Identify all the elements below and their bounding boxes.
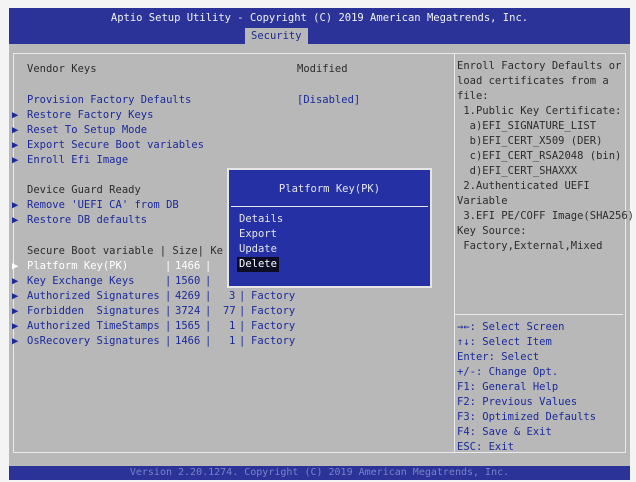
row-name: Authorized Signatures	[27, 290, 160, 302]
vendor-keys-label: Vendor Keys	[27, 63, 97, 75]
submenu-arrow-icon: ▶	[12, 199, 19, 211]
row-name: Key Exchange Keys	[27, 275, 135, 287]
row-size: 3724	[175, 305, 201, 317]
table-header: Secure Boot variable | Size| Ke	[27, 245, 223, 257]
row-separator: |	[205, 290, 212, 302]
row-separator: |	[239, 320, 246, 332]
option-update[interactable]: Update	[237, 242, 279, 257]
option-export[interactable]: Export	[237, 227, 279, 242]
vendor-keys-value: Modified	[297, 63, 348, 75]
submenu-arrow-icon: ▶	[12, 139, 19, 151]
menu-item-label: Reset To Setup Mode	[27, 124, 148, 136]
submenu-arrow-icon: ▶	[12, 305, 19, 317]
dialog-divider	[231, 206, 428, 207]
key-hint: +/-: Change Opt.	[457, 366, 559, 378]
help-line: 1.Public Key Certificate:	[457, 105, 622, 117]
key-hint: F3: Optimized Defaults	[457, 411, 597, 423]
title-bar: Aptio Setup Utility - Copyright (C) 2019…	[9, 8, 630, 44]
key-hint: ↑↓: Select Item	[457, 336, 552, 348]
key-hint: F4: Save & Exit	[457, 426, 552, 438]
row-keys: 1	[229, 320, 236, 332]
submenu-arrow-icon: ▶	[12, 320, 19, 332]
row-name: Platform Key(PK)	[27, 260, 129, 272]
platform-key-dialog: Platform Key(PK) Details Export Update D…	[227, 168, 432, 288]
key-hint: F1: General Help	[457, 381, 559, 393]
row-separator: |	[239, 305, 246, 317]
submenu-arrow-icon: ▶	[12, 260, 19, 272]
row-separator: |	[205, 305, 212, 317]
help-line: Variable	[457, 195, 508, 207]
row-size: 1565	[175, 320, 201, 332]
row-source: Factory	[251, 320, 296, 332]
row-separator: |	[165, 320, 172, 332]
help-line: Factory,External,Mixed	[457, 240, 603, 252]
key-hint: →←: Select Screen	[457, 321, 565, 333]
row-size: 4269	[175, 290, 201, 302]
bios-screen: Aptio Setup Utility - Copyright (C) 2019…	[9, 8, 634, 480]
help-line: 2.Authenticated UEFI	[457, 180, 590, 192]
device-guard-label: Device Guard Ready	[27, 184, 141, 196]
key-hint: F2: Previous Values	[457, 396, 578, 408]
row-separator: |	[205, 320, 212, 332]
menu-item-label: Restore Factory Keys	[27, 109, 154, 121]
help-line: b)EFI_CERT_X509 (DER)	[457, 135, 603, 147]
submenu-arrow-icon: ▶	[12, 290, 19, 302]
menu-item-label: Export Secure Boot variables	[27, 139, 205, 151]
row-separator: |	[165, 335, 172, 347]
help-line: Key Source:	[457, 225, 527, 237]
dialog-title: Platform Key(PK)	[278, 183, 381, 195]
submenu-arrow-icon: ▶	[12, 154, 19, 166]
row-separator: |	[205, 275, 212, 287]
row-separator: |	[239, 290, 246, 302]
help-line: c)EFI_CERT_RSA2048 (bin)	[457, 150, 622, 162]
row-separator: |	[165, 305, 172, 317]
option-details[interactable]: Details	[237, 212, 285, 227]
menu-item-label: Remove 'UEFI CA' from DB	[27, 199, 179, 211]
row-separator: |	[205, 260, 212, 272]
help-line: load certificates from a	[457, 75, 609, 87]
row-keys: 1	[229, 335, 236, 347]
row-separator: |	[165, 275, 172, 287]
tab-security[interactable]: Security	[245, 28, 308, 44]
row-separator: |	[165, 260, 172, 272]
row-name: Forbidden Signatures	[27, 305, 160, 317]
row-separator: |	[205, 335, 212, 347]
footer-version: Version 2.20.1274. Copyright (C) 2019 Am…	[9, 466, 630, 480]
row-source: Factory	[251, 290, 296, 302]
submenu-arrow-icon: ▶	[12, 335, 19, 347]
submenu-arrow-icon: ▶	[12, 109, 19, 121]
menu-item-label: Enroll Efi Image	[27, 154, 129, 166]
submenu-arrow-icon: ▶	[12, 124, 19, 136]
help-line: Enroll Factory Defaults or	[457, 60, 622, 72]
menu-item-label: Restore DB defaults	[27, 214, 148, 226]
row-size: 1560	[175, 275, 201, 287]
key-hint: Enter: Select	[457, 351, 540, 363]
provision-value[interactable]: [Disabled]	[297, 93, 360, 108]
help-divider	[455, 314, 623, 315]
row-source: Factory	[251, 335, 296, 347]
row-keys: 3	[229, 290, 236, 302]
row-separator: |	[239, 335, 246, 347]
row-separator: |	[165, 290, 172, 302]
row-size: 1466	[175, 260, 201, 272]
window-title: Aptio Setup Utility - Copyright (C) 2019…	[110, 12, 529, 24]
submenu-arrow-icon: ▶	[12, 214, 19, 226]
help-line: file:	[457, 90, 489, 102]
submenu-arrow-icon: ▶	[12, 275, 19, 287]
key-hint: ESC: Exit	[457, 441, 514, 453]
help-line: 3.EFI PE/COFF Image(SHA256)	[457, 210, 635, 222]
help-line: a)EFI_SIGNATURE_LIST	[457, 120, 597, 132]
row-size: 1466	[175, 335, 201, 347]
row-name: Authorized TimeStamps	[27, 320, 160, 332]
row-name: OsRecovery Signatures	[27, 335, 160, 347]
provision-factory-defaults[interactable]: Provision Factory Defaults	[27, 93, 191, 108]
help-line: d)EFI_CERT_SHAXXX	[457, 165, 578, 177]
option-delete[interactable]: Delete	[237, 257, 279, 272]
row-keys: 77	[223, 305, 236, 317]
row-source: Factory	[251, 305, 296, 317]
